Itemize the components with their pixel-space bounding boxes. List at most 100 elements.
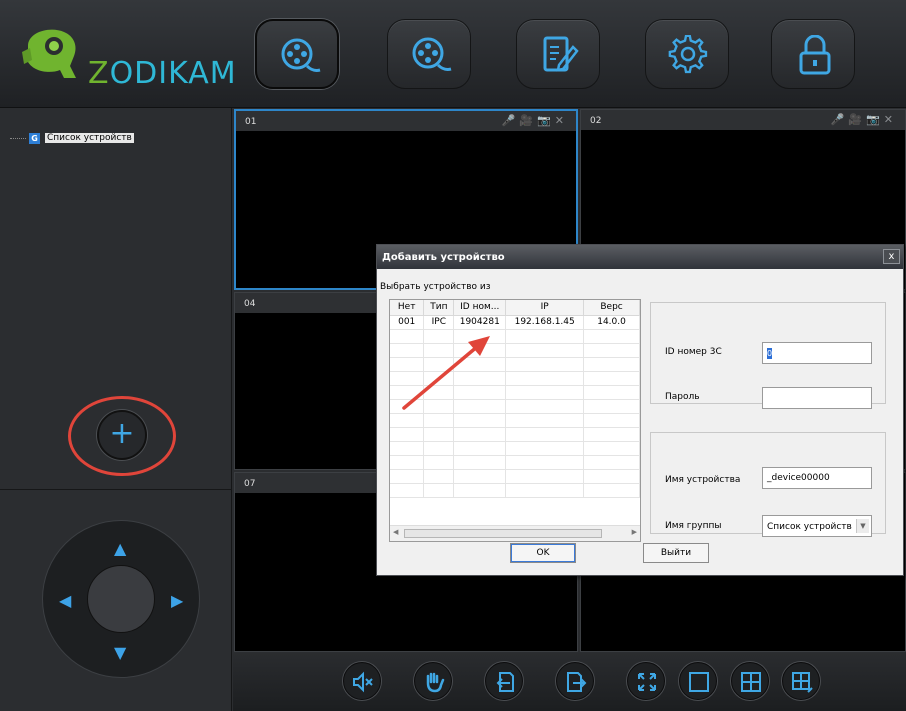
film-reel-icon [412,37,452,71]
empty-cell [583,469,640,484]
empty-cell [390,469,425,484]
empty-row [390,427,640,442]
empty-cell [583,441,640,456]
cell-tools[interactable]: 🎤🎥📷✕ [831,113,897,126]
export-icon [567,672,587,692]
empty-cell [453,441,507,456]
grid-9-button[interactable] [782,662,820,700]
empty-cell [423,469,455,484]
ok-button[interactable]: OK [510,543,576,563]
table-row[interactable]: 001 IPC 1904281 192.168.1.45 14.0.0 [390,315,640,330]
grid-9-icon [792,672,813,693]
table-cell: 001 [390,315,425,330]
cell-number: 01 [245,117,257,127]
empty-cell [423,371,455,386]
empty-cell [583,385,640,400]
empty-cell [505,399,585,414]
device-name-label: Имя устройства [665,475,741,485]
id-input[interactable]: 0 [762,342,872,364]
add-device-dialog: Добавить устройство x Выбрать устройство… [376,244,904,576]
empty-row [390,385,640,400]
empty-cell [453,385,507,400]
empty-cell [423,441,455,456]
password-label: Пароль [665,392,700,402]
empty-cell [423,329,455,344]
fullscreen-icon [638,673,656,691]
table-cell: 14.0.0 [583,315,640,330]
scroll-thumb[interactable] [404,529,602,538]
add-device-button[interactable]: + [97,410,147,460]
group-name-value: Список устройств [767,522,852,532]
password-input[interactable] [762,387,872,409]
log-button[interactable] [516,19,600,89]
grid-4-button[interactable] [731,662,769,700]
empty-cell [423,399,455,414]
horizontal-scrollbar[interactable]: ◀ ▶ [390,525,640,541]
live-view-button[interactable] [255,19,339,89]
empty-cell [583,399,640,414]
chevron-down-icon[interactable]: ▼ [856,519,869,533]
exit-button[interactable]: Выйти [643,543,709,563]
ptz-right-icon[interactable]: ▶ [171,593,183,609]
empty-cell [453,357,507,372]
ptz-left-icon[interactable]: ◀ [59,593,71,609]
gear-icon [668,35,708,74]
single-view-button[interactable] [679,662,717,700]
empty-row [390,371,640,386]
settings-button[interactable] [645,19,729,89]
id-label: ID номер 3С [665,347,722,357]
cell-number: 02 [590,116,602,126]
tree-item-device-list[interactable]: Список устройств [45,133,134,143]
empty-row [390,469,640,484]
sidebar-divider [0,489,232,490]
empty-cell [390,385,425,400]
cell-tools[interactable]: 🎤🎥📷✕ [502,114,568,127]
empty-cell [583,455,640,470]
fullscreen-button[interactable] [627,662,665,700]
sidebar: G Список устройств + ▲ ▼ ◀ ▶ [0,108,232,711]
empty-row [390,357,640,372]
empty-cell [390,343,425,358]
playback-button[interactable] [387,19,471,89]
camera-logo-icon [22,29,76,78]
cell-number: 04 [244,299,256,309]
empty-cell [390,357,425,372]
empty-cell [583,357,640,372]
import-button[interactable] [485,662,523,700]
import-icon [496,672,514,692]
ptz-control[interactable]: ▲ ▼ ◀ ▶ [42,520,200,678]
column-header[interactable]: IP [505,300,585,316]
empty-cell [505,427,585,442]
scroll-right-icon[interactable]: ▶ [632,528,637,536]
column-header[interactable]: ID ном... [453,300,507,316]
empty-cell [453,455,507,470]
ptz-down-icon[interactable]: ▼ [114,645,126,661]
ptz-center[interactable] [87,565,155,633]
empty-cell [505,413,585,428]
hand-button[interactable] [414,662,452,700]
empty-cell [390,483,425,498]
empty-cell [390,441,425,456]
empty-cell [423,455,455,470]
lock-button[interactable] [771,19,855,89]
device-name-input[interactable]: _device00000 [762,467,872,489]
empty-cell [583,483,640,498]
table-cell: 1904281 [453,315,507,330]
export-button[interactable] [556,662,594,700]
empty-cell [390,399,425,414]
empty-cell [583,427,640,442]
device-list[interactable]: Нет Тип ID ном... IP Верс 001 IPC 190428… [389,299,641,542]
ptz-up-icon[interactable]: ▲ [114,541,126,557]
empty-cell [505,441,585,456]
close-button[interactable]: x [883,249,900,264]
tree-connector [10,137,26,139]
group-name-select[interactable]: Список устройств ▼ [762,515,872,537]
column-header[interactable]: Тип [423,300,455,316]
lock-icon [799,35,831,75]
column-header[interactable]: Верс [583,300,640,316]
mute-button[interactable] [343,662,381,700]
scroll-left-icon[interactable]: ◀ [393,528,398,536]
empty-cell [505,483,585,498]
empty-cell [390,427,425,442]
column-header[interactable]: Нет [390,300,425,316]
